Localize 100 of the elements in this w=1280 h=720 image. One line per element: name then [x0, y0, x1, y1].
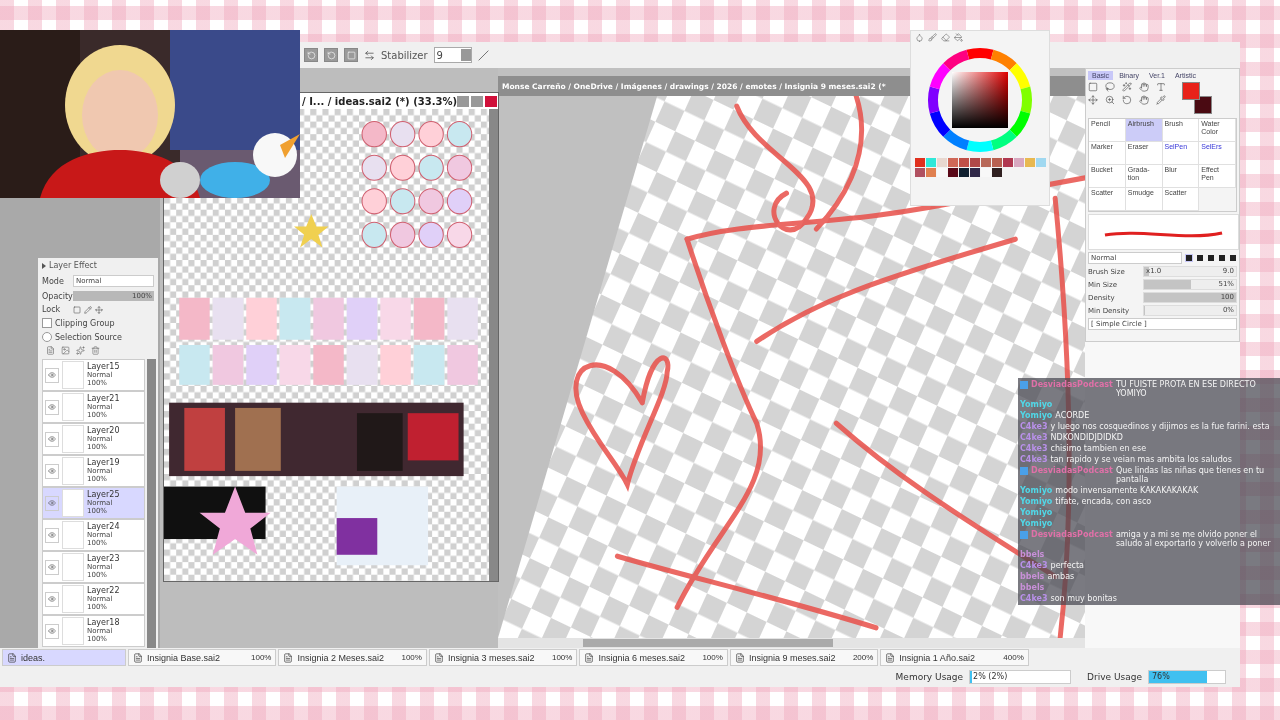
eye-icon[interactable] [48, 563, 56, 571]
eye-icon[interactable] [48, 435, 56, 443]
eraser-icon[interactable] [941, 33, 950, 42]
color-swatch[interactable] [948, 168, 958, 177]
chat-message: tan rapido y se veian mas ambita los saludos [1050, 455, 1232, 464]
wand-icon[interactable] [1122, 82, 1132, 92]
checkbox[interactable] [42, 318, 52, 328]
close-button[interactable] [485, 95, 497, 107]
color-swatch[interactable] [926, 158, 936, 167]
document-tab[interactable]: Insignia 1 Año.sai2 400% [880, 649, 1029, 666]
document-icon[interactable] [283, 652, 294, 663]
scrollbar[interactable] [489, 109, 498, 581]
color-swatch[interactable] [992, 168, 1002, 177]
chat-username: DesviadasPodcast [1031, 466, 1113, 475]
document-icon[interactable] [584, 652, 595, 663]
new-layer-icon[interactable] [46, 346, 55, 355]
chat-username: DesviadasPodcast [1031, 380, 1113, 389]
color-swatch[interactable] [1003, 158, 1013, 167]
line-icon[interactable] [477, 49, 489, 61]
layer-name: Layer24 [87, 523, 120, 531]
maximize-button[interactable] [471, 95, 483, 107]
chat-username: Yomiyo [1020, 486, 1053, 495]
layer-thumbnail [62, 489, 84, 517]
eyedropper-icon[interactable] [1156, 95, 1166, 105]
color-swatch[interactable] [970, 168, 980, 177]
hand-icon[interactable] [1139, 82, 1149, 92]
pencil-icon[interactable] [84, 305, 92, 314]
caret-icon[interactable] [42, 262, 46, 269]
eye-icon[interactable] [48, 531, 56, 539]
trash-icon[interactable] [91, 346, 100, 355]
layer-thumbnail [62, 425, 84, 453]
layer-thumbnail [62, 457, 84, 485]
radio-button[interactable] [42, 332, 52, 342]
stabilizer-select[interactable]: 9 [433, 47, 472, 63]
brush-icon[interactable] [928, 33, 937, 42]
color-swatch[interactable] [981, 158, 991, 167]
layer-thumbnail [62, 617, 84, 645]
color-swatch[interactable] [1194, 96, 1212, 114]
document-icon[interactable] [433, 652, 444, 663]
rotate-icon[interactable] [1122, 95, 1132, 105]
scrollbar[interactable] [498, 638, 1085, 648]
color-swatch[interactable] [1025, 158, 1035, 167]
color-swatch[interactable] [1036, 158, 1046, 167]
document-tab[interactable]: Insignia Base.sai2 100% [128, 649, 277, 666]
color-swatch[interactable] [937, 168, 947, 177]
layer-name: Layer21 [87, 395, 120, 403]
color-swatch[interactable] [992, 158, 1002, 167]
radio-label: Selection Source [55, 332, 122, 342]
color-swatch[interactable] [959, 158, 969, 167]
document-tab[interactable]: Insignia 9 meses.sai2 200% [729, 649, 879, 666]
color-swatch[interactable] [937, 158, 947, 167]
window-title: / I... / ideas.sai2 (*) (33.3%) [302, 95, 457, 107]
color-swatch[interactable] [981, 168, 991, 177]
layer-thumbnail [62, 521, 84, 549]
eye-icon[interactable] [48, 499, 56, 507]
eye-icon[interactable] [48, 467, 56, 475]
chat-message: modo invensamente KAKAKAKAKAK [1055, 486, 1199, 495]
move-icon[interactable] [95, 305, 103, 314]
color-wheel[interactable] [925, 45, 1035, 155]
color-swatch[interactable] [926, 168, 936, 177]
chat-username: bbels [1020, 583, 1045, 592]
layer-name: Layer23 [87, 555, 120, 563]
color-swatch[interactable] [1014, 158, 1024, 167]
eye-icon[interactable] [48, 403, 56, 411]
text-icon[interactable] [1156, 82, 1166, 92]
document-icon[interactable] [7, 652, 17, 663]
color-swatch[interactable] [915, 158, 925, 167]
zoom-icon[interactable] [1105, 95, 1115, 105]
document-tab[interactable]: Insignia 3 meses.sai2 100% [428, 649, 578, 666]
color-swatch[interactable] [1182, 82, 1200, 100]
panel-title[interactable]: Layer Effect [49, 261, 97, 270]
document-icon[interactable] [734, 652, 745, 663]
eye-icon[interactable] [48, 371, 56, 379]
layer-name: Layer15 [87, 363, 120, 371]
select-icon[interactable] [1088, 82, 1098, 92]
effect-icon[interactable] [76, 346, 85, 355]
document-icon[interactable] [885, 652, 896, 663]
chat-message: chisimo tambien en ese [1050, 444, 1147, 453]
color-swatch[interactable] [915, 168, 925, 177]
memory-meter: 2% (2%) [969, 670, 1072, 684]
scrollbar[interactable] [147, 359, 156, 648]
eye-icon[interactable] [48, 595, 56, 603]
move-icon[interactable] [1088, 95, 1098, 105]
hand-icon[interactable] [1139, 95, 1149, 105]
minimize-button[interactable] [457, 95, 469, 107]
document-tab[interactable]: Insignia 6 meses.sai2 100% [579, 649, 728, 666]
color-swatch[interactable] [948, 158, 958, 167]
document-tab[interactable]: ideas. [2, 649, 126, 666]
checkbox-label: Clipping Group [55, 318, 115, 328]
chat-message: TU FUISTE PROTA EN ESE DIRECTO YOMIYO [1115, 380, 1257, 398]
layer-name: Layer20 [87, 427, 120, 435]
color-swatch[interactable] [970, 158, 980, 167]
image-icon[interactable] [61, 346, 70, 355]
color-swatch[interactable] [959, 168, 969, 177]
document-icon[interactable] [133, 652, 143, 663]
swap-icon[interactable] [364, 49, 375, 61]
eye-icon[interactable] [48, 627, 56, 635]
lasso-icon[interactable] [1105, 82, 1115, 92]
bucket-icon[interactable] [954, 33, 963, 42]
document-tab[interactable]: Insignia 2 Meses.sai2 100% [278, 649, 427, 666]
